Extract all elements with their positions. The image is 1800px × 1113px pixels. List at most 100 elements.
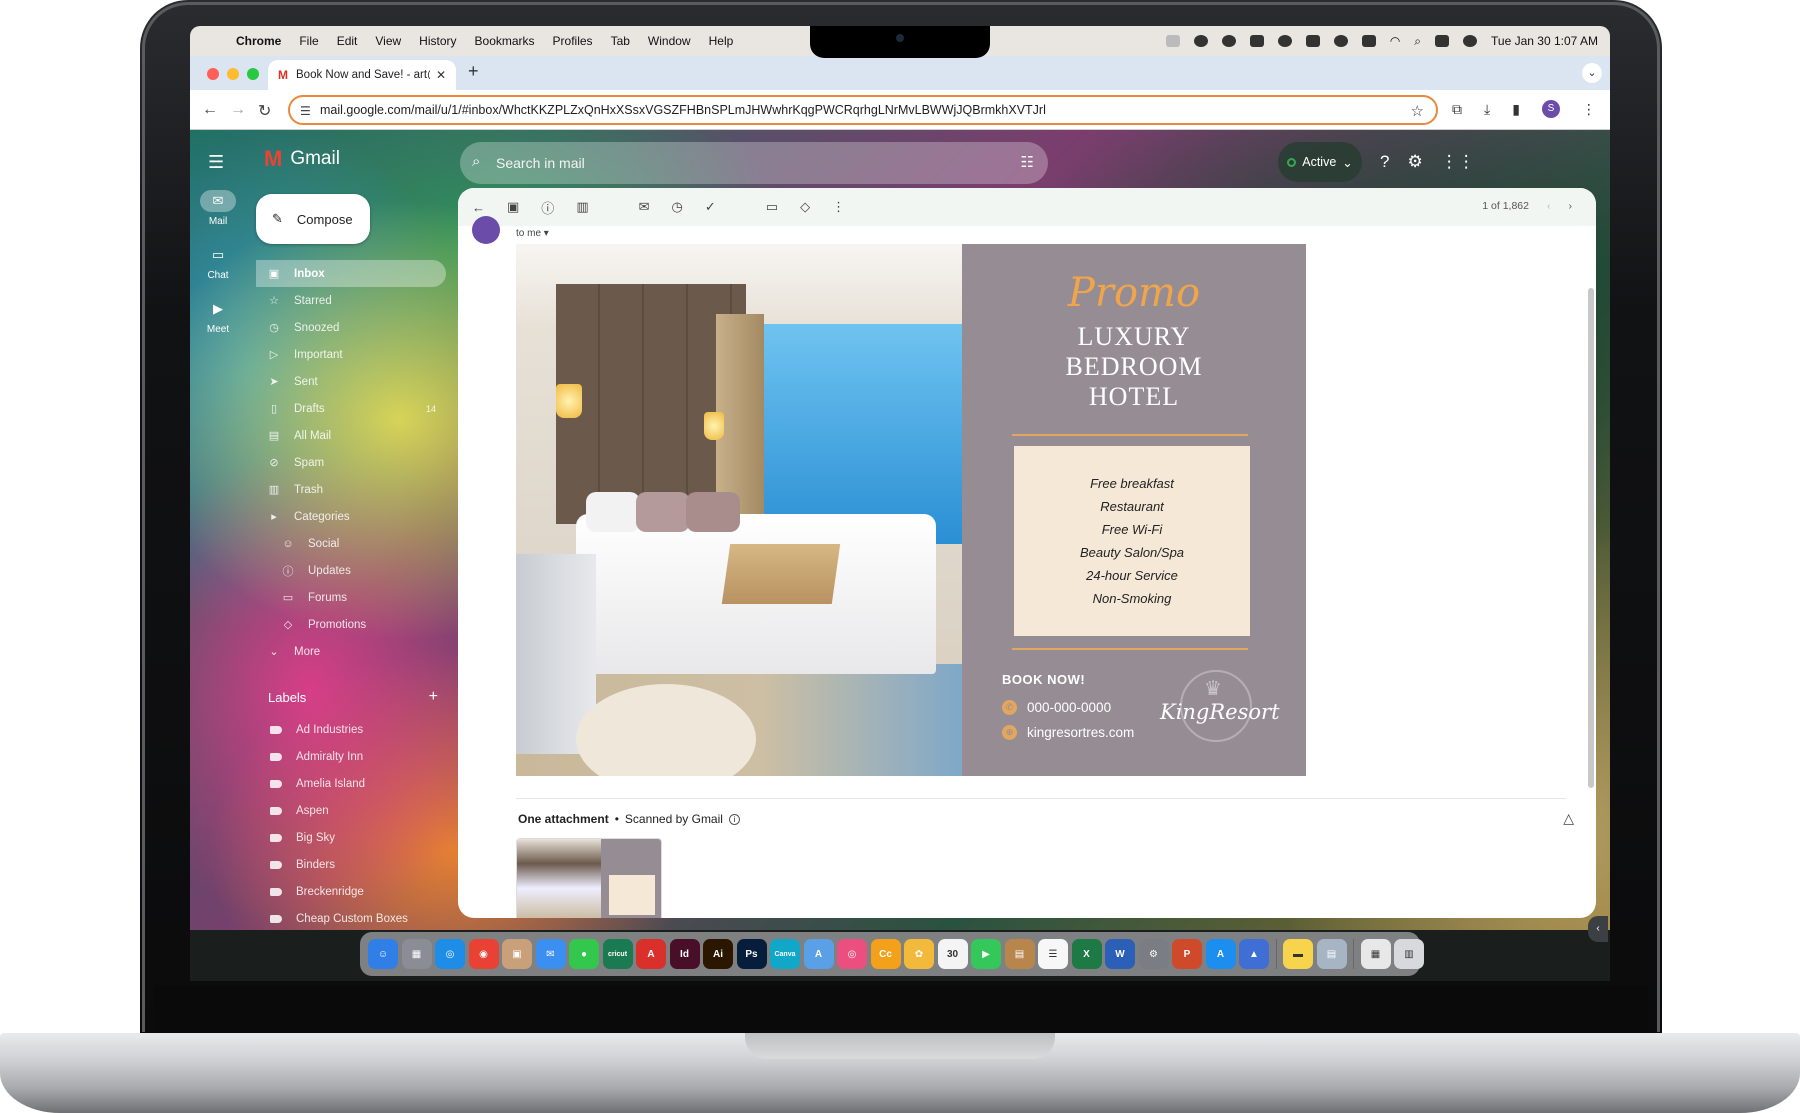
nav-item-social[interactable]: ☺ Social bbox=[256, 530, 446, 557]
nav-item-sent[interactable]: ➤ Sent bbox=[256, 368, 446, 395]
nav-item-snoozed[interactable]: ◷ Snoozed bbox=[256, 314, 446, 341]
dock-acrobat-icon[interactable]: A bbox=[636, 939, 666, 969]
delete-icon[interactable]: ▥ bbox=[576, 199, 588, 215]
nav-item-trash[interactable]: ▥ Trash bbox=[256, 476, 446, 503]
recipient-toggle[interactable]: to me ▾ bbox=[516, 228, 549, 239]
gmail-logo[interactable]: M Gmail bbox=[264, 146, 340, 172]
nav-item-spam[interactable]: ⊘ Spam bbox=[256, 449, 446, 476]
dock-finder-icon[interactable]: ☺ bbox=[368, 939, 398, 969]
report-spam-icon[interactable]: ⓘ bbox=[541, 198, 554, 217]
dock-system-settings-icon[interactable]: ⚙ bbox=[1138, 939, 1169, 969]
time-machine-icon[interactable] bbox=[1333, 35, 1348, 47]
menu-history[interactable]: History bbox=[419, 34, 456, 48]
dock-facetime-icon[interactable]: ▶ bbox=[971, 939, 1001, 969]
dock-reminders-icon[interactable]: ☰ bbox=[1038, 939, 1068, 969]
download-icon[interactable]: ⤓ bbox=[1484, 101, 1490, 118]
zoom-window-button[interactable] bbox=[247, 68, 259, 80]
address-bar[interactable]: ☰ mail.google.com/mail/u/1/#inbox/WhctKK… bbox=[288, 95, 1438, 125]
dock-trash-icon[interactable]: ▥ bbox=[1394, 939, 1424, 969]
label-item[interactable]: Amelia Island bbox=[256, 770, 446, 797]
menu-clock[interactable]: Tue Jan 30 1:07 AM bbox=[1491, 34, 1598, 48]
menu-help[interactable]: Help bbox=[709, 34, 734, 48]
chrome-menu-icon[interactable]: ⋮ bbox=[1582, 101, 1596, 118]
profile-avatar[interactable]: S bbox=[1541, 100, 1560, 118]
browser-tab-active[interactable]: M Book Now and Save! - art@re ✕ bbox=[268, 60, 456, 90]
dock-notes-icon[interactable]: ▬ bbox=[1283, 939, 1313, 969]
compose-button[interactable]: ✎ Compose bbox=[256, 194, 370, 244]
move-to-icon[interactable]: ▭ bbox=[766, 199, 778, 215]
dock-indesign-icon[interactable]: Id bbox=[669, 939, 700, 969]
label-item[interactable]: Breckenridge bbox=[256, 878, 446, 905]
add-task-icon[interactable]: ✓ bbox=[705, 199, 716, 215]
spotlight-search-icon[interactable]: ⌕ bbox=[1414, 34, 1421, 49]
dock-screen-sharing-icon[interactable]: ▲ bbox=[1239, 939, 1269, 969]
bookmark-star-icon[interactable]: ☆ bbox=[1411, 102, 1424, 120]
sync-status-icon[interactable] bbox=[1277, 35, 1292, 47]
status-dropdown[interactable]: Active ⌄ bbox=[1278, 142, 1362, 182]
dock-messages-icon[interactable]: ● bbox=[569, 939, 599, 969]
gear-icon[interactable]: ⚙ bbox=[1407, 152, 1422, 172]
label-icon[interactable]: ◇ bbox=[800, 199, 810, 215]
nav-item-updates[interactable]: ⓘ Updates bbox=[256, 557, 446, 584]
side-panel-toggle-icon[interactable]: ‹ bbox=[1588, 916, 1608, 942]
dock-photobooth-icon[interactable]: ◎ bbox=[837, 939, 867, 969]
label-item[interactable]: Admiralty Inn bbox=[256, 743, 446, 770]
mail-search-bar[interactable]: ⌕ Search in mail ☷ bbox=[460, 142, 1048, 184]
dock-photos-icon[interactable]: ✿ bbox=[904, 939, 934, 969]
nav-item-all-mail[interactable]: ▤ All Mail bbox=[256, 422, 446, 449]
minimize-window-button[interactable] bbox=[227, 68, 239, 80]
wifi-icon[interactable]: ◠ bbox=[1390, 34, 1400, 48]
dock-powerpoint-icon[interactable]: P bbox=[1172, 939, 1202, 969]
nav-item-forums[interactable]: ▭ Forums bbox=[256, 584, 446, 611]
side-panel-icon[interactable]: ▮ bbox=[1512, 101, 1520, 118]
extensions-icon[interactable]: ⧉ bbox=[1452, 101, 1462, 118]
help-icon[interactable]: ? bbox=[1380, 152, 1389, 172]
dock-contacts-icon[interactable]: ▤ bbox=[1004, 939, 1035, 969]
dock-photoshop-icon[interactable]: Ps bbox=[736, 939, 767, 969]
new-tab-button[interactable]: + bbox=[468, 61, 479, 82]
menu-profiles[interactable]: Profiles bbox=[553, 34, 593, 48]
dock-word-icon[interactable]: W bbox=[1105, 939, 1135, 969]
attachment-thumbnail[interactable] bbox=[516, 838, 662, 918]
back-arrow-icon[interactable]: ← bbox=[202, 101, 218, 119]
dock-downloads-stack-icon[interactable]: ▦ bbox=[1360, 939, 1391, 969]
wd-drive-icon[interactable] bbox=[1249, 35, 1264, 47]
dock-maps-icon[interactable]: A bbox=[803, 939, 834, 969]
nav-item-categories[interactable]: ▸ Categories bbox=[256, 503, 446, 530]
menu-window[interactable]: Window bbox=[648, 34, 691, 48]
menu-bookmarks[interactable]: Bookmarks bbox=[475, 34, 535, 48]
nav-item-starred[interactable]: ☆ Starred bbox=[256, 287, 446, 314]
pane-scrollbar[interactable] bbox=[1586, 288, 1596, 808]
rail-mail[interactable]: ✉ Mail bbox=[190, 190, 246, 244]
label-item[interactable]: Cheap Custom Boxes bbox=[256, 905, 446, 932]
label-item[interactable]: Binders bbox=[256, 851, 446, 878]
menu-app-name[interactable]: Chrome bbox=[236, 34, 281, 48]
dock-chrome-icon[interactable]: ◉ bbox=[468, 939, 499, 969]
dock-excel-icon[interactable]: X bbox=[1071, 939, 1102, 969]
siri-icon[interactable] bbox=[1463, 35, 1478, 47]
add-to-drive-icon[interactable]: △ bbox=[1563, 810, 1574, 827]
search-options-icon[interactable]: ☷ bbox=[1021, 153, 1034, 171]
app-status-icon[interactable] bbox=[1193, 35, 1208, 47]
apps-grid-icon[interactable]: ⋮⋮ bbox=[1441, 152, 1475, 172]
close-window-button[interactable] bbox=[207, 68, 219, 80]
chevron-right-icon[interactable]: › bbox=[1569, 200, 1573, 212]
rail-meet[interactable]: ▶ Meet bbox=[190, 298, 246, 352]
menu-file[interactable]: File bbox=[299, 34, 318, 48]
dock-app-store-icon[interactable]: A bbox=[1205, 939, 1236, 969]
label-item[interactable]: Aspen bbox=[256, 797, 446, 824]
camera-status-icon[interactable] bbox=[1165, 35, 1180, 47]
nav-item-promotions[interactable]: ◇ Promotions bbox=[256, 611, 446, 638]
menu-tab[interactable]: Tab bbox=[611, 34, 630, 48]
nav-item-more[interactable]: ⌄ More bbox=[256, 638, 446, 665]
sender-avatar[interactable] bbox=[472, 216, 500, 244]
dock-launchpad-icon[interactable]: ▦ bbox=[401, 939, 432, 969]
info-icon[interactable]: i bbox=[728, 813, 740, 825]
reload-icon[interactable]: ↻ bbox=[258, 101, 271, 121]
tab-close-icon[interactable]: ✕ bbox=[436, 68, 446, 82]
label-item[interactable]: Ad Industries bbox=[256, 716, 446, 743]
snooze-icon[interactable]: ◷ bbox=[672, 199, 683, 215]
forward-arrow-icon[interactable]: → bbox=[230, 101, 246, 119]
chevron-left-icon[interactable]: ‹ bbox=[1547, 200, 1551, 212]
more-options-icon[interactable]: ⋮ bbox=[832, 199, 845, 215]
